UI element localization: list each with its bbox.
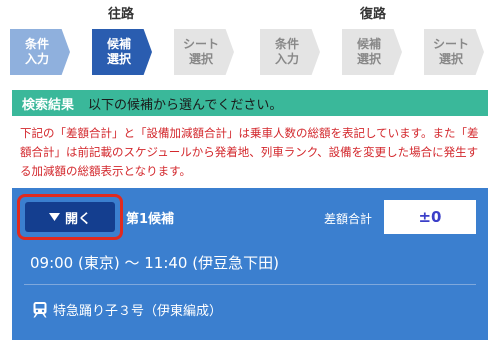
train-name: 特急踊り子３号（伊東編成） xyxy=(53,304,223,319)
section-label-return: 復路 xyxy=(360,7,387,22)
step-outbound-candidates: 候補 選択 xyxy=(92,29,152,75)
diff-total-value: ±0 xyxy=(384,200,476,234)
diff-total-label: 差額合計 xyxy=(324,212,373,226)
open-button[interactable]: 開く xyxy=(25,202,115,232)
step-outbound-conditions[interactable]: 条件 入力 xyxy=(10,29,70,75)
candidate-card: 開く 第1候補 差額合計 ±0 09:00 (東京) ～ 11:40 (伊豆急下… xyxy=(12,188,488,340)
open-button-label: 開く xyxy=(64,211,91,227)
card-divider xyxy=(24,284,476,285)
notice-text: 下記の「差額合計」と「設備加減額合計」は乗車人数の総額を表記しています。また「差… xyxy=(20,126,479,178)
step-return-conditions: 条件 入力 xyxy=(260,29,320,75)
results-instruction: 以下の候補から選んでください。 xyxy=(88,97,283,113)
train-icon xyxy=(33,302,47,318)
step-return-candidates: 候補 選択 xyxy=(342,29,402,75)
train-info: 特急踊り子３号（伊東編成） xyxy=(32,300,222,319)
step-return-seats: シート 選択 xyxy=(424,29,484,75)
results-banner: 検索結果 以下の候補から選んでください。 xyxy=(12,90,488,116)
step-progress: 条件 入力 候補 選択 シート 選択 条件 入力 候補 選択 シート 選択 xyxy=(10,29,490,75)
results-title: 検索結果 xyxy=(22,97,75,113)
section-label-outbound: 往路 xyxy=(108,7,135,22)
candidate-number: 第1候補 xyxy=(126,212,175,227)
triangle-down-icon xyxy=(48,213,60,221)
route-time: 09:00 (東京) ～ 11:40 (伊豆急下田) xyxy=(30,254,279,272)
step-outbound-seats: シート 選択 xyxy=(174,29,234,75)
